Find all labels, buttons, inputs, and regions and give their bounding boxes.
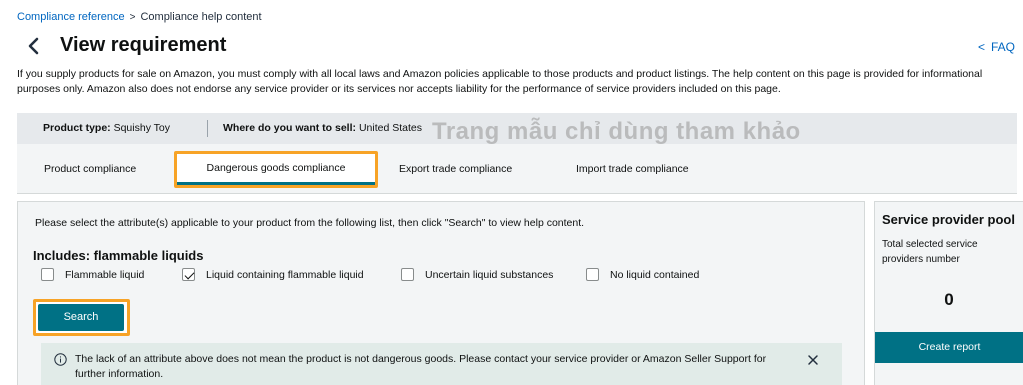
info-icon — [54, 353, 67, 366]
breadcrumb-current: Compliance help content — [140, 11, 262, 23]
checkbox-label: Liquid containing flammable liquid — [206, 269, 364, 281]
search-button[interactable]: Search — [38, 304, 124, 331]
breadcrumb-separator: > — [129, 12, 136, 23]
section-title: Includes: flammable liquids — [33, 248, 204, 263]
info-alert: The lack of an attribute above does not … — [41, 343, 842, 385]
tab-import-trade-compliance[interactable]: Import trade compliance — [576, 163, 689, 175]
product-info-bar: Product type: Squishy Toy Where do you w… — [17, 113, 1017, 144]
service-provider-pool-title: Service provider pool — [882, 212, 1015, 227]
product-type-value: Squishy Toy — [113, 122, 171, 134]
sell-location-value: United States — [358, 122, 422, 134]
tab-product-compliance[interactable]: Product compliance — [44, 163, 136, 175]
checkbox-label: Flammable liquid — [65, 269, 145, 281]
attribute-selection-panel: Please select the attribute(s) applicabl… — [17, 201, 865, 385]
providers-count-label: Total selected service providers number — [882, 239, 978, 265]
product-type: Product type: Squishy Toy — [43, 122, 170, 134]
checkbox-uncertain-liquid-substances[interactable]: Uncertain liquid substances — [401, 268, 553, 281]
sell-location-label: Where do you want to sell: — [223, 122, 357, 134]
search-button-highlight: Search — [33, 299, 130, 336]
checkbox-box[interactable] — [401, 268, 414, 281]
page-title: View requirement — [60, 34, 227, 56]
service-provider-pool-panel: Service provider pool Total selected ser… — [874, 201, 1023, 385]
alert-text: The lack of an attribute above does not … — [75, 353, 767, 380]
create-report-button[interactable]: Create report — [875, 332, 1023, 363]
providers-count-value: 0 — [944, 290, 954, 309]
faq-label: FAQ — [990, 40, 1015, 54]
close-icon[interactable] — [807, 353, 819, 365]
tab-export-trade-compliance[interactable]: Export trade compliance — [399, 163, 512, 175]
checkbox-no-liquid-contained[interactable]: No liquid contained — [586, 268, 699, 281]
tab-dangerous-goods-compliance[interactable]: Dangerous goods compliance — [174, 151, 378, 188]
faq-link[interactable]: < FAQ — [978, 40, 1015, 54]
divider — [207, 120, 208, 137]
checkbox-label: No liquid contained — [610, 269, 700, 281]
chevron-left-icon: < — [977, 40, 985, 54]
product-type-label: Product type: — [43, 122, 111, 134]
tab-dangerous-goods-label: Dangerous goods compliance — [206, 162, 346, 174]
back-chevron-icon[interactable] — [24, 33, 44, 59]
breadcrumb-link-compliance-reference[interactable]: Compliance reference — [17, 11, 125, 23]
checkbox-flammable-liquid[interactable]: Flammable liquid — [41, 268, 144, 281]
checkbox-box[interactable] — [41, 268, 54, 281]
checkbox-label: Uncertain liquid substances — [425, 269, 554, 281]
disclaimer-text: If you supply products for sale on Amazo… — [17, 68, 983, 95]
checkbox-liquid-containing-flammable-liquid[interactable]: Liquid containing flammable liquid — [182, 268, 364, 281]
checkbox-box-checked[interactable] — [182, 268, 195, 281]
compliance-tabs: Product compliance Dangerous goods compl… — [17, 144, 1017, 194]
sell-location: Where do you want to sell: United States — [223, 122, 422, 134]
breadcrumb: Compliance reference > Compliance help con… — [17, 11, 262, 23]
instruction-text: Please select the attribute(s) applicabl… — [35, 217, 585, 229]
checkbox-box[interactable] — [586, 268, 599, 281]
